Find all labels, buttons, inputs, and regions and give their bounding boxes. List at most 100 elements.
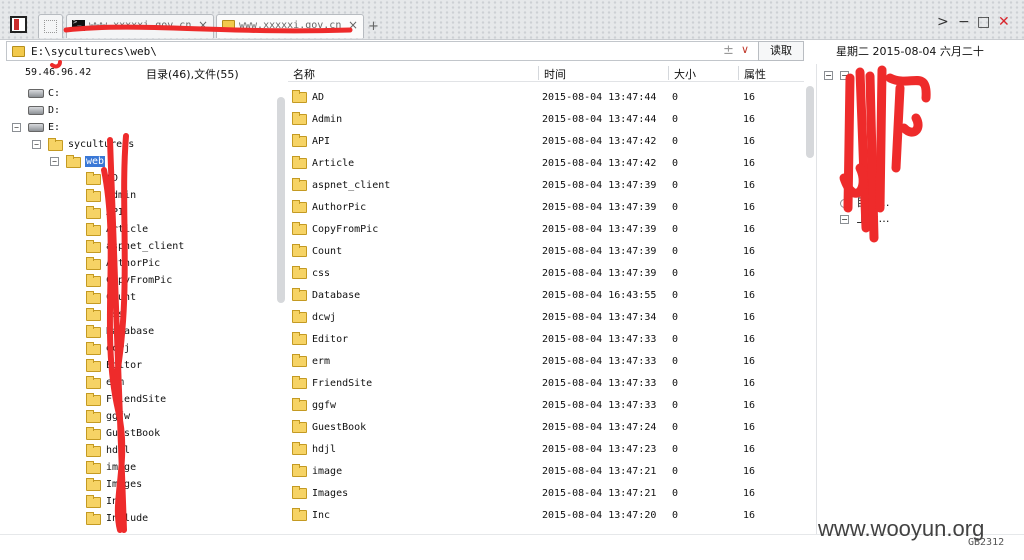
tree-label: Images	[106, 479, 143, 490]
file-attr: 16	[743, 202, 756, 213]
file-row[interactable]: aspnet_client 2015-08-04 13:47:39 0 16	[288, 175, 804, 197]
minimize-button[interactable]: −	[958, 14, 970, 30]
pane-divider[interactable]	[816, 64, 817, 534]
file-row[interactable]: Admin 2015-08-04 13:47:44 0 16	[288, 109, 804, 131]
file-row[interactable]: Images 2015-08-04 13:47:21 0 16	[288, 483, 804, 505]
file-attr: 16	[743, 224, 756, 235]
bookmark-add-icon[interactable]: ±	[723, 43, 734, 58]
tree-label: hdjl	[106, 445, 131, 456]
right-node-label: 上传…	[856, 212, 890, 225]
file-size: 0	[672, 334, 679, 345]
folder-icon	[86, 393, 101, 406]
tree-label: D:	[48, 105, 61, 116]
radio-icon[interactable]	[840, 198, 849, 208]
collapse-icon[interactable]: −	[840, 70, 849, 80]
close-button[interactable]: ✕	[998, 14, 1010, 30]
file-name: aspnet_client	[312, 180, 391, 191]
file-row[interactable]: API 2015-08-04 13:47:42 0 16	[288, 131, 804, 153]
file-row[interactable]: Database 2015-08-04 16:43:55 0 16	[288, 285, 804, 307]
folder-icon	[86, 325, 101, 338]
add-tab-button[interactable]: +	[368, 19, 379, 34]
right-tree-node[interactable]: −	[840, 68, 853, 81]
file-name: Images	[312, 488, 349, 499]
right-tree-node-upload[interactable]: − 上传…	[840, 210, 890, 226]
drive-icon	[28, 89, 44, 98]
maximize-button[interactable]: □	[977, 14, 990, 30]
file-row[interactable]: AuthorPic 2015-08-04 13:47:39 0 16	[288, 197, 804, 219]
column-name[interactable]: 名称	[293, 66, 315, 82]
file-size: 0	[672, 92, 679, 103]
file-size: 0	[672, 488, 679, 499]
tree-scrollbar[interactable]	[277, 97, 285, 303]
tab-close-icon[interactable]: ×	[348, 18, 358, 32]
file-size: 0	[672, 466, 679, 477]
collapse-icon[interactable]: −	[12, 123, 21, 132]
folder-icon	[86, 189, 101, 202]
file-size: 0	[672, 290, 679, 301]
file-row[interactable]: GuestBook 2015-08-04 13:47:24 0 16	[288, 417, 804, 439]
file-attr: 16	[743, 422, 756, 433]
tree-label: Inc	[106, 496, 125, 507]
path-input[interactable]	[31, 43, 721, 59]
file-name: AD	[312, 92, 325, 103]
file-row[interactable]: AD 2015-08-04 13:47:44 0 16	[288, 87, 804, 109]
collapse-icon[interactable]: −	[840, 214, 849, 224]
tree-label: FriendSite	[106, 394, 167, 405]
folder-icon	[292, 398, 307, 411]
file-row[interactable]: image 2015-08-04 13:47:21 0 16	[288, 461, 804, 483]
file-size: 0	[672, 114, 679, 125]
file-time: 2015-08-04 13:47:21	[542, 466, 657, 477]
app-logo-icon[interactable]	[10, 16, 27, 33]
file-row[interactable]: dcwj 2015-08-04 13:47:34 0 16	[288, 307, 804, 329]
blank-page-icon	[44, 20, 57, 33]
tree-label: Admin	[106, 190, 137, 201]
column-divider	[738, 66, 739, 80]
chevron-down-icon[interactable]: ∨	[741, 43, 749, 56]
tab-file-manager[interactable]: www.xxxxxi.gov.cn ×	[216, 14, 364, 38]
folder-icon	[292, 332, 307, 345]
list-header: 名称 时间 大小 属性	[288, 64, 804, 82]
column-attr[interactable]: 属性	[744, 66, 766, 82]
collapse-icon[interactable]: −	[32, 140, 41, 149]
file-name: AuthorPic	[312, 202, 367, 213]
right-tree-node-target[interactable]: 目标…	[840, 194, 890, 210]
list-scrollbar[interactable]	[806, 86, 814, 158]
file-size: 0	[672, 444, 679, 455]
file-name: image	[312, 466, 343, 477]
tab-close-icon[interactable]: ×	[198, 18, 208, 32]
folder-icon	[292, 156, 307, 169]
read-button[interactable]: 读取	[758, 41, 804, 61]
folder-icon	[222, 20, 235, 31]
collapse-icon[interactable]: −	[824, 70, 833, 80]
folder-icon	[292, 464, 307, 477]
tree-label: image	[106, 462, 137, 473]
folder-icon	[292, 288, 307, 301]
file-attr: 16	[743, 114, 756, 125]
file-attr: 16	[743, 466, 756, 477]
file-row[interactable]: Article 2015-08-04 13:47:42 0 16	[288, 153, 804, 175]
column-size[interactable]: 大小	[674, 66, 696, 82]
tab-terminal[interactable]: www.xxxxxi.gov.cn ×	[66, 14, 214, 38]
file-row[interactable]: Inc 2015-08-04 13:47:20 0 16	[288, 505, 804, 527]
file-attr: 16	[743, 378, 756, 389]
folder-icon	[292, 376, 307, 389]
file-attr: 16	[743, 356, 756, 367]
file-row[interactable]: css 2015-08-04 13:47:39 0 16	[288, 263, 804, 285]
file-row[interactable]: FriendSite 2015-08-04 13:47:33 0 16	[288, 373, 804, 395]
folder-icon	[86, 240, 101, 253]
file-row[interactable]: Count 2015-08-04 13:47:39 0 16	[288, 241, 804, 263]
column-time[interactable]: 时间	[544, 66, 566, 82]
folder-icon	[48, 138, 63, 151]
file-time: 2015-08-04 13:47:42	[542, 158, 657, 169]
file-name: Database	[312, 290, 361, 301]
tab-blank[interactable]	[38, 14, 63, 38]
collapse-icon[interactable]: −	[50, 157, 59, 166]
file-row[interactable]: Editor 2015-08-04 13:47:33 0 16	[288, 329, 804, 351]
file-attr: 16	[743, 400, 756, 411]
menu-chevron-icon[interactable]: >	[937, 14, 949, 30]
file-row[interactable]: CopyFromPic 2015-08-04 13:47:39 0 16	[288, 219, 804, 241]
file-row[interactable]: erm 2015-08-04 13:47:33 0 16	[288, 351, 804, 373]
file-row[interactable]: ggfw 2015-08-04 13:47:33 0 16	[288, 395, 804, 417]
file-row[interactable]: hdjl 2015-08-04 13:47:23 0 16	[288, 439, 804, 461]
right-tree-node[interactable]: −	[824, 68, 837, 81]
